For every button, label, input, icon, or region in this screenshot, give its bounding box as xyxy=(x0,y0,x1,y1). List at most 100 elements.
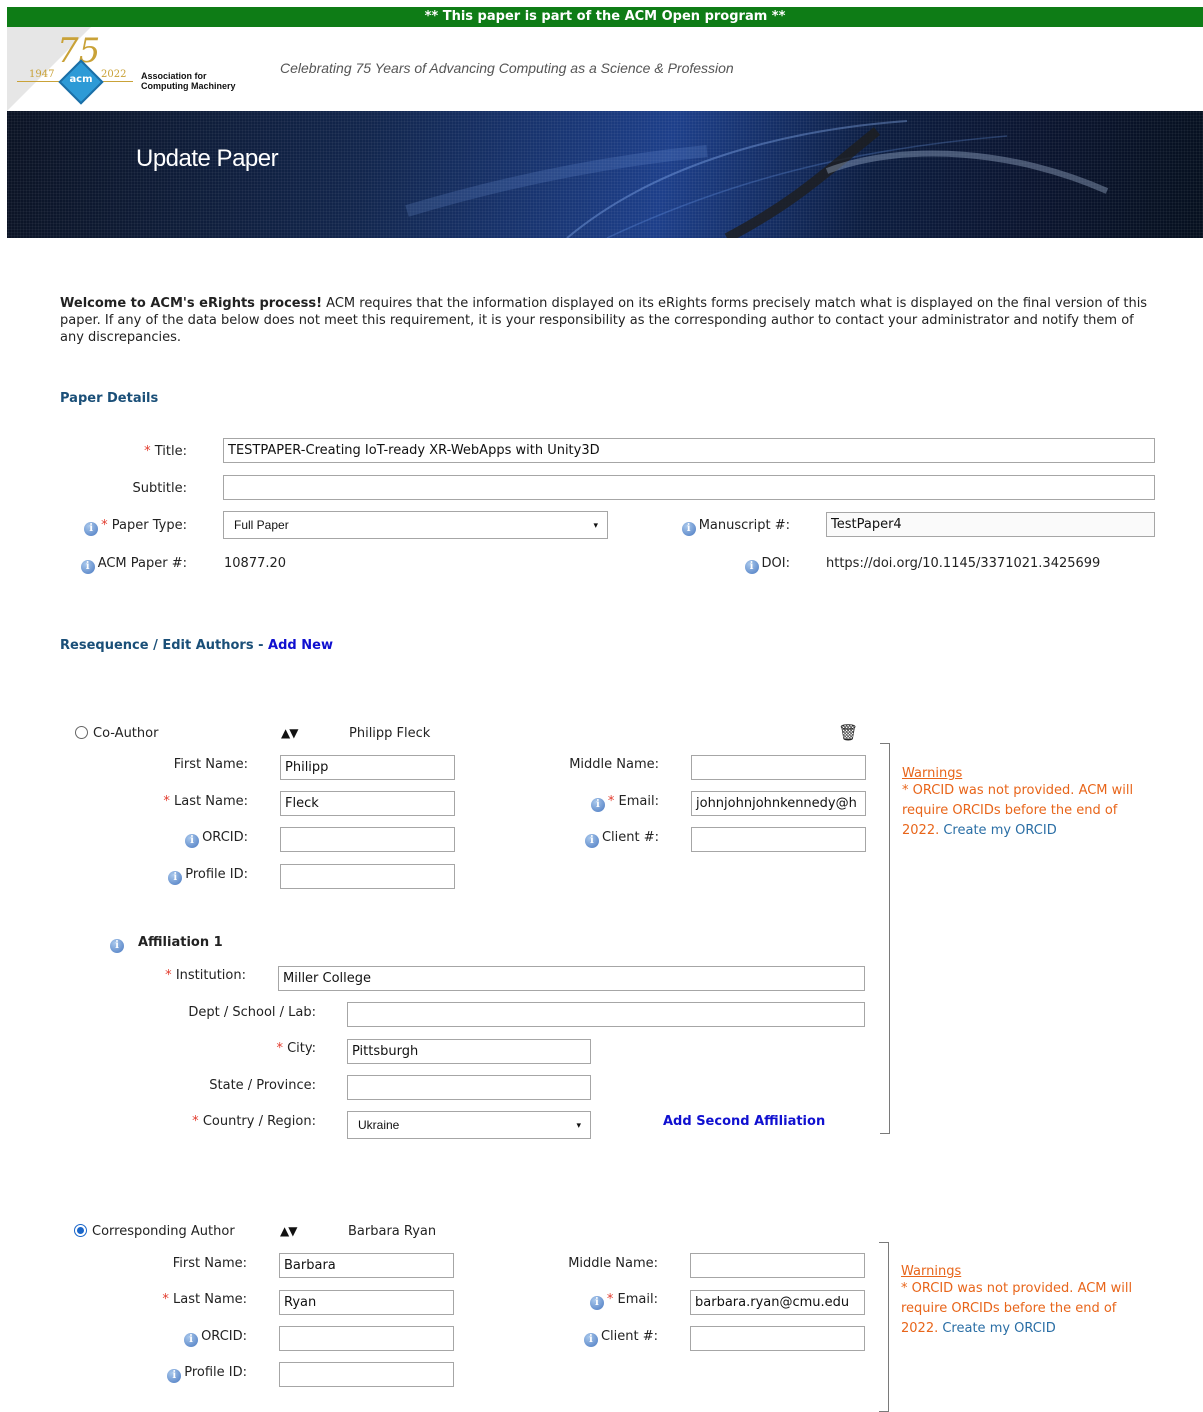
warnings-line-3: 2022. Create my ORCID xyxy=(901,1319,1181,1339)
author-2-orcid-label-text: ORCID: xyxy=(201,1329,247,1344)
paper-type-select[interactable]: Full Paper ▾ xyxy=(223,511,608,539)
info-icon[interactable]: i xyxy=(583,1333,598,1347)
author-2-email-input[interactable]: barbara.ryan@cmu.edu xyxy=(690,1290,865,1315)
author-1-delete-trash-icon[interactable]: 🗑 xyxy=(838,723,858,742)
authors-heading: Resequence / Edit Authors - Add New xyxy=(60,638,333,653)
acm-paper-value: 10877.20 xyxy=(224,556,287,571)
author-1-institution-input[interactable]: Miller College xyxy=(278,966,865,991)
author-2-profile-id-label: i Profile ID: xyxy=(119,1365,247,1383)
add-second-affiliation-link[interactable]: Add Second Affiliation xyxy=(663,1114,825,1129)
author-1-country-label: * Country / Region: xyxy=(150,1114,316,1129)
required-mark: * xyxy=(606,1292,614,1307)
author-2-email-label: i * Email: xyxy=(539,1292,658,1310)
required-mark: * xyxy=(607,794,615,809)
required-mark: * xyxy=(165,968,172,983)
author-2-middle-name-input[interactable] xyxy=(690,1253,865,1278)
author-1-city-label: * City: xyxy=(150,1041,316,1056)
author-2-client-input[interactable] xyxy=(690,1326,865,1351)
required-mark: * xyxy=(101,518,108,533)
acm-open-banner: ** This paper is part of the ACM Open pr… xyxy=(7,7,1203,27)
author-2-reorder-arrows-icon[interactable]: ▲▼ xyxy=(280,1224,297,1238)
author-2-orcid-input[interactable] xyxy=(279,1326,454,1351)
author-2-role[interactable]: Corresponding Author xyxy=(74,1224,235,1239)
author-2-first-name-input[interactable]: Barbara xyxy=(279,1253,454,1278)
info-icon[interactable]: i xyxy=(167,1369,182,1383)
info-icon[interactable]: i xyxy=(84,522,99,536)
info-icon[interactable]: i xyxy=(185,834,200,848)
author-1-affiliation-heading-text: Affiliation 1 xyxy=(138,935,223,950)
author-1-last-name-label: * Last Name: xyxy=(120,794,248,809)
author-1-profile-id-label-text: Profile ID: xyxy=(185,867,248,882)
doi-value: https://doi.org/10.1145/3371021.3425699 xyxy=(826,556,1101,571)
co-author-radio[interactable] xyxy=(75,726,88,739)
author-2-profile-id-label-text: Profile ID: xyxy=(184,1365,247,1380)
author-2-middle-name-label: Middle Name: xyxy=(568,1256,658,1271)
info-icon[interactable]: i xyxy=(80,560,95,574)
logo-year-end: 2022 xyxy=(101,69,127,80)
manuscript-label: i Manuscript #: xyxy=(660,518,790,536)
authors-heading-separator: - xyxy=(253,638,269,653)
acm-75-logo[interactable]: 75 1947 2022 acm Association for Computi… xyxy=(7,27,277,111)
author-2-last-name-label-text: Last Name: xyxy=(173,1292,247,1307)
author-2-client-label-text: Client #: xyxy=(600,1329,658,1344)
doi-label-text: DOI: xyxy=(761,556,790,571)
logo-org-line2: Computing Machinery xyxy=(141,81,236,91)
welcome-message: Welcome to ACM's eRights process! ACM re… xyxy=(60,295,1150,346)
warnings-line-3-prefix: 2022. xyxy=(902,823,944,838)
author-1-city-input[interactable]: Pittsburgh xyxy=(347,1039,591,1064)
manuscript-input[interactable]: TestPaper4 xyxy=(826,512,1155,537)
info-icon[interactable]: i xyxy=(589,1296,604,1310)
author-1-client-label-text: Client #: xyxy=(601,830,659,845)
corresponding-author-radio[interactable] xyxy=(74,1224,87,1237)
title-input[interactable]: TESTPAPER-Creating IoT-ready XR-WebApps … xyxy=(223,438,1155,463)
author-1-client-input[interactable] xyxy=(691,827,866,852)
author-1-orcid-label: i ORCID: xyxy=(120,830,248,848)
author-2-client-label: i Client #: xyxy=(539,1329,658,1347)
author-1-dept-label: Dept / School / Lab: xyxy=(188,1005,316,1020)
authors-heading-text: Resequence / Edit Authors xyxy=(60,638,254,653)
author-2-orcid-label: i ORCID: xyxy=(119,1329,247,1347)
author-2-profile-id-input[interactable] xyxy=(279,1362,454,1387)
subtitle-input[interactable] xyxy=(223,475,1155,500)
info-icon[interactable]: i xyxy=(590,798,605,812)
manuscript-label-text: Manuscript #: xyxy=(698,518,790,533)
logo-org-name: Association for Computing Machinery xyxy=(141,71,236,91)
author-1-state-input[interactable] xyxy=(347,1075,591,1100)
author-1-last-name-input[interactable]: Fleck xyxy=(280,791,455,816)
author-1-country-select[interactable]: Ukraine ▾ xyxy=(347,1111,591,1139)
author-2-first-name-label: First Name: xyxy=(172,1256,247,1271)
warnings-line-3-prefix: 2022. xyxy=(901,1321,943,1336)
author-2-last-name-input[interactable]: Ryan xyxy=(279,1290,454,1315)
author-1-institution-label-text: Institution: xyxy=(175,968,246,983)
title-label-text: Title: xyxy=(154,444,187,459)
info-icon[interactable]: i xyxy=(681,522,696,536)
paper-details-heading: Paper Details xyxy=(60,391,159,406)
author-1-client-label: i Client #: xyxy=(540,830,659,848)
author-1-role[interactable]: Co-Author xyxy=(75,726,158,741)
required-mark: * xyxy=(144,444,151,459)
warnings-title: Warnings xyxy=(902,766,963,781)
author-1-reorder-arrows-icon[interactable]: ▲▼ xyxy=(281,726,298,740)
info-icon[interactable]: i xyxy=(184,1333,199,1347)
info-icon[interactable]: i xyxy=(168,871,183,885)
author-1-first-name-input[interactable]: Philipp xyxy=(280,755,455,780)
create-orcid-link[interactable]: Create my ORCID xyxy=(943,823,1056,838)
author-1-middle-name-input[interactable] xyxy=(691,755,866,780)
author-1-email-input[interactable]: johnjohnjohnkennedy@h xyxy=(691,791,866,816)
logo-year-start: 1947 xyxy=(29,69,55,80)
author-1-affiliation-heading: i Affiliation 1 xyxy=(110,935,223,953)
create-orcid-link[interactable]: Create my ORCID xyxy=(942,1321,1055,1336)
author-2-email-label-text: Email: xyxy=(617,1292,658,1307)
info-icon[interactable]: i xyxy=(584,834,599,848)
info-icon[interactable]: i xyxy=(744,560,759,574)
author-1-orcid-input[interactable] xyxy=(280,827,455,852)
author-1-role-label: Co-Author xyxy=(93,726,159,741)
author-1-dept-input[interactable] xyxy=(347,1002,865,1027)
add-new-author-link[interactable]: Add New xyxy=(268,638,333,653)
required-mark: * xyxy=(192,1114,199,1129)
author-1-profile-id-input[interactable] xyxy=(280,864,455,889)
info-icon[interactable]: i xyxy=(110,939,124,953)
acm-paper-label-text: ACM Paper #: xyxy=(97,556,187,571)
author-1-email-label-text: Email: xyxy=(618,794,659,809)
author-1-orcid-label-text: ORCID: xyxy=(202,830,248,845)
